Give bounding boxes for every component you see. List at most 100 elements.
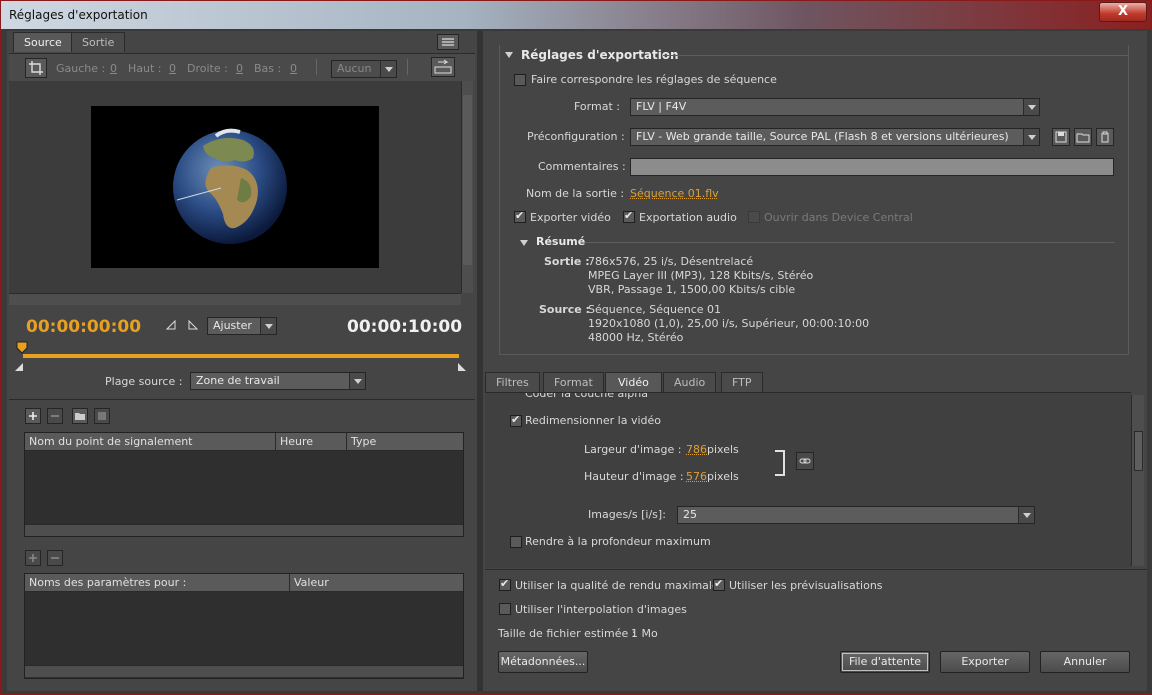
delete-preset-icon[interactable] [1096,128,1114,146]
preset-label: Préconfiguration : [527,130,625,143]
toolbar-divider [316,59,317,75]
remove-parameter-icon[interactable] [47,550,63,566]
save-cue-points-icon[interactable] [94,408,110,424]
crop-left-value[interactable]: 0 [110,62,117,75]
crop-bottom-value[interactable]: 0 [290,62,297,75]
save-preset-icon[interactable] [1052,128,1070,146]
source-range-label: Plage source : [105,375,183,388]
height-label: Hauteur d'image : [584,470,684,483]
close-button[interactable]: X [1099,2,1147,22]
export-button[interactable]: Exporter [940,651,1030,673]
match-sequence-label: Faire correspondre les réglages de séque… [531,73,777,86]
summary-output-label: Sortie : [544,255,590,268]
height-value[interactable]: 576 [686,470,707,483]
collapse-triangle-icon[interactable] [520,240,528,246]
summary-source-line: 1920x1080 (1,0), 25,00 i/s, Supérieur, 0… [588,317,870,330]
folder-icon[interactable] [72,408,88,424]
timecode-start[interactable]: 00:00:00:00 [26,317,141,337]
summary-source-line: 48000 Hz, Stéréo [588,331,684,344]
format-select[interactable]: FLV | F4V [630,98,1040,116]
column-divider [289,574,290,592]
add-parameter-icon[interactable] [25,550,41,566]
cue-table-horizontal-scrollbar[interactable] [25,524,463,536]
summary-output-line: MPEG Layer III (MP3), 128 Kbits/s, Stéré… [588,269,814,282]
max-render-quality-checkbox[interactable] [499,577,511,591]
crop-ratio-value: Aucun [337,62,372,75]
export-audio-checkbox[interactable] [623,209,635,223]
width-value[interactable]: 786 [686,443,707,456]
import-preset-icon[interactable] [1074,128,1092,146]
format-label: Format : [574,100,620,113]
col-param-name[interactable]: Noms des paramètres pour : [29,576,186,589]
export-video-label: Exporter vidéo [530,211,611,224]
chain-link-icon[interactable] [796,452,814,470]
crop-icon[interactable] [25,58,47,78]
tab-filters[interactable]: Filtres [485,372,540,392]
panel-menu-icon[interactable] [437,34,459,50]
scrollbar-thumb[interactable] [463,95,472,265]
summary-output-line: 786x576, 25 i/s, Désentrelacé [588,255,754,268]
fps-value: 25 [683,508,697,521]
divider [485,569,1147,570]
crop-right-value[interactable]: 0 [236,62,243,75]
set-in-point-icon[interactable] [165,319,177,331]
tab-output[interactable]: Sortie [71,32,126,52]
export-video-checkbox[interactable] [514,209,526,223]
use-previews-checkbox[interactable] [713,577,725,591]
add-cue-point-icon[interactable] [25,408,41,424]
output-toggle-icon[interactable] [431,57,455,77]
divider [9,399,475,400]
tab-source[interactable]: Source [13,32,73,52]
cancel-button[interactable]: Annuler [1040,651,1130,673]
alpha-channel-label-partial: Coder la couche alpha [525,392,648,400]
tab-ftp[interactable]: FTP [721,372,763,392]
preset-select[interactable]: FLV - Web grande taille, Source PAL (Fla… [630,128,1040,146]
preview-vertical-scrollbar[interactable] [461,81,473,293]
crop-ratio-select[interactable]: Aucun [331,60,397,78]
remove-cue-point-icon[interactable] [47,408,63,424]
video-frame [91,106,379,268]
max-depth-checkbox[interactable] [510,536,522,548]
fps-select[interactable]: 25 [677,506,1035,524]
chevron-down-icon [349,373,365,389]
output-name-label: Nom de la sortie : [526,187,625,200]
param-table-horizontal-scrollbar[interactable] [25,665,463,677]
resize-video-checkbox[interactable] [510,413,522,427]
scrollbar-thumb[interactable] [1134,431,1143,471]
set-out-point-icon[interactable] [187,319,199,331]
device-central-checkbox[interactable] [748,211,760,223]
frame-interpolation-checkbox[interactable] [499,603,511,615]
col-param-value[interactable]: Valeur [294,576,329,589]
out-point-marker-icon[interactable] [458,361,468,371]
source-range-value: Zone de travail [196,374,280,387]
title-bar[interactable]: Réglages d'exportation X [1,1,1151,29]
summary-title: Résumé [536,235,586,248]
comments-input[interactable] [630,158,1114,176]
export-audio-label: Exportation audio [639,211,737,224]
col-cue-time[interactable]: Heure [280,435,313,448]
window-title: Réglages d'exportation [9,8,148,22]
preview-horizontal-scrollbar[interactable] [9,293,461,305]
zoom-select[interactable]: Ajuster [207,317,277,335]
col-cue-type[interactable]: Type [351,435,376,448]
metadata-button[interactable]: Métadonnées... [498,651,588,673]
source-range-select[interactable]: Zone de travail [190,372,366,390]
summary-output-line: VBR, Passage 1, 1500,00 Kbits/s cible [588,283,796,296]
section-title: Réglages d'exportation [521,48,679,62]
video-pane-vertical-scrollbar[interactable] [1131,395,1144,566]
tab-format[interactable]: Format [543,372,604,392]
collapse-triangle-icon[interactable] [505,52,513,58]
tab-audio[interactable]: Audio [663,372,717,392]
cue-table-header: Nom du point de signalement Heure Type [25,433,463,451]
crop-top-value[interactable]: 0 [169,62,176,75]
aspect-link-bracket [775,450,785,476]
queue-button[interactable]: File d'attente [840,651,930,673]
device-central-label: Ouvrir dans Device Central [764,211,913,224]
in-point-marker-icon[interactable] [15,361,25,371]
work-area-bar[interactable] [23,354,459,358]
tab-video[interactable]: Vidéo [605,372,662,392]
match-sequence-checkbox[interactable] [514,74,526,86]
output-name-link[interactable]: Séquence 01.flv [630,187,719,200]
use-previews-label: Utiliser les prévisualisations [729,579,883,592]
col-cue-name[interactable]: Nom du point de signalement [29,435,193,448]
